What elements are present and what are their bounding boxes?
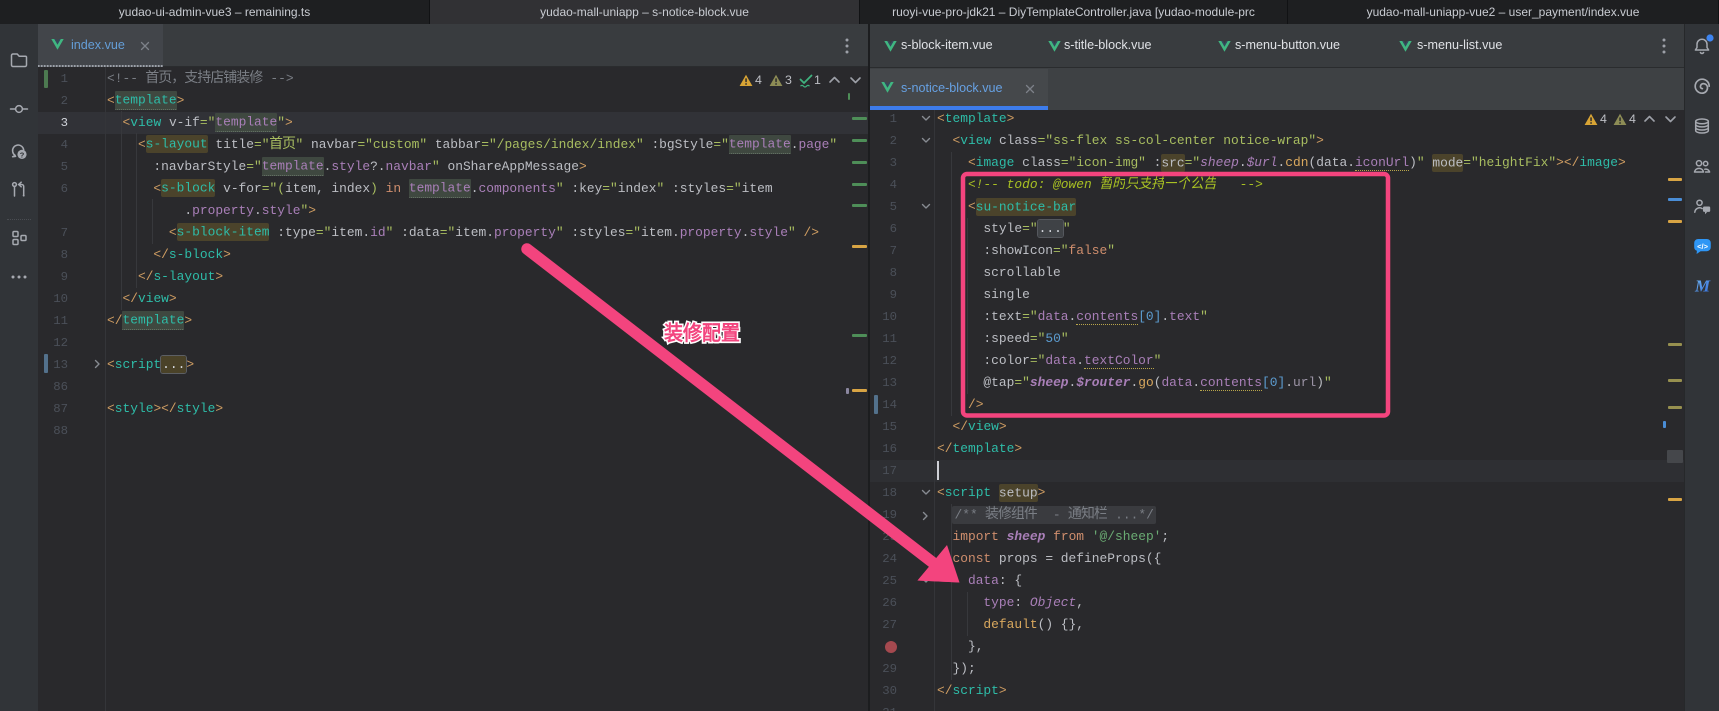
svg-text:装修配置: 装修配置 xyxy=(663,321,740,345)
